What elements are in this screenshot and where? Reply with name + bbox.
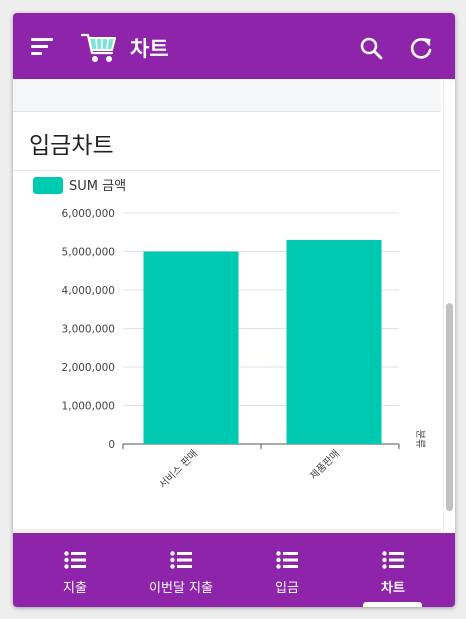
menu-line-icon (31, 38, 53, 41)
list-bullets-icon (382, 551, 404, 569)
y-tick-label: 1,000,000 (62, 401, 115, 413)
y-tick-label: 2,000,000 (62, 362, 115, 374)
bottom-navigation: 지출 이번달 지출 입금 차트 (13, 533, 455, 607)
nav-item-expense[interactable]: 지출 (41, 533, 109, 607)
list-bullets-icon (276, 551, 298, 569)
menu-button[interactable] (31, 38, 55, 56)
shopping-cart-icon (80, 33, 116, 62)
legend-label: SUM 금액 (69, 179, 126, 194)
nav-label: 이번달 지출 (149, 581, 213, 596)
y-tick-label: 0 (108, 439, 115, 451)
legend-swatch (33, 177, 63, 194)
x-tick-label: 제품판매 (308, 448, 343, 483)
nav-label: 입금 (275, 581, 299, 596)
y-tick-label: 5,000,000 (62, 247, 115, 259)
nav-label: 지출 (63, 581, 87, 596)
nav-item-monthly-expense[interactable]: 이번달 지출 (131, 533, 231, 607)
nav-item-deposit[interactable]: 입금 (253, 533, 321, 607)
previous-card-edge (13, 79, 441, 112)
bar (286, 239, 382, 444)
nav-item-chart[interactable]: 차트 (359, 533, 427, 607)
menu-line-icon (31, 52, 42, 55)
menu-line-icon (31, 45, 48, 48)
deposit-bar-chart: SUM 금액 0 1,000,000 2,000,000 3,000,000 4,000,… (33, 177, 426, 491)
app-bar: 차트 (13, 13, 455, 79)
app-title: 차트 (130, 37, 169, 61)
content-area: 입금차트 SUM 금액 0 1,000,000 2,000,000 3,000,000 4… (13, 79, 443, 533)
nav-label: 차트 (381, 581, 405, 596)
y-tick-label: 3,000,000 (62, 324, 115, 336)
list-bullets-icon (170, 551, 192, 569)
y-tick-label: 6,000,000 (62, 208, 115, 220)
active-tab-indicator (363, 602, 422, 607)
list-bullets-icon (64, 551, 86, 569)
y-tick-label: 4,000,000 (62, 285, 115, 297)
x-tick-label: 서비스 판매 (157, 448, 200, 491)
refresh-button[interactable] (409, 35, 433, 61)
app-window: 차트 입금차트 SUM 금액 0 1,000,000 2,000,000 3,000,0… (13, 13, 455, 607)
x-axis-title: 분류 (414, 430, 426, 448)
scrollbar-thumb[interactable] (446, 303, 453, 511)
card-title: 입금차트 (29, 133, 114, 159)
bar (143, 251, 239, 444)
search-button[interactable] (359, 36, 383, 60)
